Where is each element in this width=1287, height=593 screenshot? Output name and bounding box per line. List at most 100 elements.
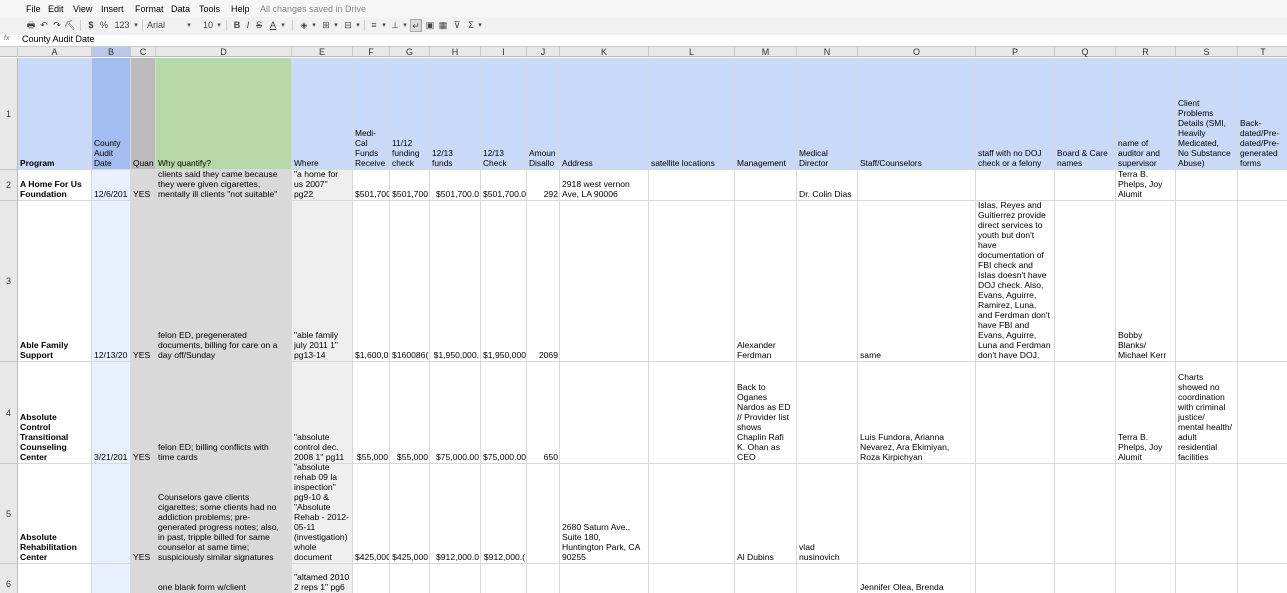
cell-m5[interactable]: Al Dubins bbox=[735, 464, 797, 564]
cell-e2[interactable]: "a home for us 2007" pg22 bbox=[292, 170, 353, 201]
cell-r4[interactable]: Terra B. Phelps, Joy Alumit bbox=[1116, 362, 1176, 464]
column-header-o[interactable]: O bbox=[858, 47, 976, 57]
cell-o1[interactable]: Staff/Counselors bbox=[858, 58, 976, 170]
cell-p1[interactable]: staff with no DOJ check or a felony bbox=[976, 58, 1055, 170]
column-header-i[interactable]: I bbox=[481, 47, 527, 57]
more-formats-button[interactable]: 123 bbox=[112, 19, 132, 32]
cell-m4[interactable]: Back to Oganes Nardos as ED // Provider … bbox=[735, 362, 797, 464]
cell-k6[interactable] bbox=[560, 564, 649, 593]
cell-c3[interactable]: YES bbox=[131, 201, 156, 362]
column-header-p[interactable]: P bbox=[976, 47, 1055, 57]
cell-j1[interactable]: Amoun Disallo bbox=[527, 58, 560, 170]
cell-q3[interactable] bbox=[1055, 201, 1116, 362]
cell-n3[interactable] bbox=[797, 201, 858, 362]
menu-insert[interactable]: Insert bbox=[101, 4, 124, 14]
chevron-down-icon[interactable]: ▾ bbox=[311, 19, 317, 32]
filter-icon[interactable]: ⊽ bbox=[451, 19, 463, 32]
column-header-h[interactable]: H bbox=[430, 47, 481, 57]
cell-a2[interactable]: A Home For Us Foundation bbox=[18, 170, 92, 201]
comment-icon[interactable]: ▣ bbox=[424, 19, 436, 32]
cell-c4[interactable]: YES bbox=[131, 362, 156, 464]
menu-data[interactable]: Data bbox=[171, 4, 190, 14]
currency-button[interactable]: $ bbox=[86, 19, 96, 32]
cell-h4[interactable]: $75,000.00 bbox=[430, 362, 481, 464]
row-header-3[interactable]: 3 bbox=[0, 201, 18, 362]
column-header-b[interactable]: B bbox=[92, 47, 131, 57]
chart-icon[interactable]: ▦ bbox=[437, 19, 449, 32]
cell-p4[interactable] bbox=[976, 362, 1055, 464]
cell-r5[interactable] bbox=[1116, 464, 1176, 564]
chevron-down-icon[interactable]: ▾ bbox=[355, 19, 361, 32]
cell-s3[interactable] bbox=[1176, 201, 1238, 362]
redo-icon[interactable]: ↷ bbox=[51, 19, 63, 32]
column-header-g[interactable]: G bbox=[390, 47, 430, 57]
cell-q2[interactable] bbox=[1055, 170, 1116, 201]
column-header-n[interactable]: N bbox=[797, 47, 858, 57]
menu-tools[interactable]: Tools bbox=[199, 4, 220, 14]
cell-b3[interactable]: 12/13/20 bbox=[92, 201, 131, 362]
cell-o4[interactable]: Luis Fundora, Arianna Nevarez, Ara Ekimi… bbox=[858, 362, 976, 464]
cell-f3[interactable]: $1,600,0 bbox=[353, 201, 390, 362]
column-header-t[interactable]: T bbox=[1238, 47, 1287, 57]
cell-m1[interactable]: Management bbox=[735, 58, 797, 170]
cell-l5[interactable] bbox=[649, 464, 735, 564]
cell-d4[interactable]: felon ED; billing conflicts with time ca… bbox=[156, 362, 292, 464]
cell-p6[interactable] bbox=[976, 564, 1055, 593]
cell-m6[interactable] bbox=[735, 564, 797, 593]
cell-f5[interactable]: $425,000 bbox=[353, 464, 390, 564]
cell-r6[interactable] bbox=[1116, 564, 1176, 593]
cell-d2[interactable]: clients said they came because they were… bbox=[156, 170, 292, 201]
menu-view[interactable]: View bbox=[73, 4, 92, 14]
cell-i2[interactable]: $501,700.0 bbox=[481, 170, 527, 201]
cell-l6[interactable] bbox=[649, 564, 735, 593]
column-header-j[interactable]: J bbox=[527, 47, 560, 57]
cell-g2[interactable]: $501,700 bbox=[390, 170, 430, 201]
functions-icon[interactable]: Σ bbox=[465, 19, 477, 32]
percent-button[interactable]: % bbox=[98, 19, 110, 32]
cell-r3[interactable]: Bobby Blanks/ Michael Kerr bbox=[1116, 201, 1176, 362]
cell-j4[interactable]: 650 bbox=[527, 362, 560, 464]
cell-i1[interactable]: 12/13 Check bbox=[481, 58, 527, 170]
cell-m2[interactable] bbox=[735, 170, 797, 201]
cell-f4[interactable]: $55,000 bbox=[353, 362, 390, 464]
cell-i4[interactable]: $75,000.00 bbox=[481, 362, 527, 464]
cell-d6[interactable]: one blank form w/client signature; 15 un… bbox=[156, 564, 292, 593]
cell-t3[interactable] bbox=[1238, 201, 1287, 362]
fill-color-icon[interactable]: ◈ bbox=[298, 19, 310, 32]
cell-j3[interactable]: 2069 bbox=[527, 201, 560, 362]
cell-n4[interactable] bbox=[797, 362, 858, 464]
column-header-m[interactable]: M bbox=[735, 47, 797, 57]
cell-c2[interactable]: YES bbox=[131, 170, 156, 201]
cell-q4[interactable] bbox=[1055, 362, 1116, 464]
chevron-down-icon[interactable]: ▾ bbox=[186, 19, 192, 32]
cell-t1[interactable]: Back- dated/Pre- dated/Pre- generated fo… bbox=[1238, 58, 1287, 170]
cell-k5[interactable]: 2680 Saturn Ave., Suite 180, Huntington … bbox=[560, 464, 649, 564]
cell-t4[interactable] bbox=[1238, 362, 1287, 464]
cell-e6[interactable]: "altamed 2010 2 reps 1" pg6 and "altamed bbox=[292, 564, 353, 593]
cell-b5[interactable] bbox=[92, 464, 131, 564]
cell-j6[interactable] bbox=[527, 564, 560, 593]
cell-b4[interactable]: 3/21/201 bbox=[92, 362, 131, 464]
cell-l4[interactable] bbox=[649, 362, 735, 464]
cell-c6[interactable] bbox=[131, 564, 156, 593]
cell-c5[interactable]: YES bbox=[131, 464, 156, 564]
italic-button[interactable]: I bbox=[243, 19, 253, 32]
cell-h3[interactable]: $1,950,000. bbox=[430, 201, 481, 362]
cell-q6[interactable] bbox=[1055, 564, 1116, 593]
cell-l2[interactable] bbox=[649, 170, 735, 201]
row-header-1[interactable]: 1 bbox=[0, 58, 18, 170]
cell-p3[interactable]: Islas, Reyes and Guitierrez provide dire… bbox=[976, 201, 1055, 362]
cell-p5[interactable] bbox=[976, 464, 1055, 564]
cell-l3[interactable] bbox=[649, 201, 735, 362]
borders-icon[interactable]: ⊞ bbox=[320, 19, 332, 32]
cell-d1[interactable]: Why quantify? bbox=[156, 58, 292, 170]
chevron-down-icon[interactable]: ▾ bbox=[402, 19, 408, 32]
merge-cells-icon[interactable]: ⊟ bbox=[342, 19, 354, 32]
cell-n2[interactable]: Dr. Colin Dias bbox=[797, 170, 858, 201]
chevron-down-icon[interactable]: ▾ bbox=[280, 19, 286, 32]
cell-f2[interactable]: $501,700 bbox=[353, 170, 390, 201]
cell-o6[interactable]: Jennifer Olea, Brenda Reynoso Deleon, Se… bbox=[858, 564, 976, 593]
column-header-s[interactable]: S bbox=[1176, 47, 1238, 57]
align-left-icon[interactable]: ≡ bbox=[368, 19, 380, 32]
cell-i3[interactable]: $1,950,000 bbox=[481, 201, 527, 362]
